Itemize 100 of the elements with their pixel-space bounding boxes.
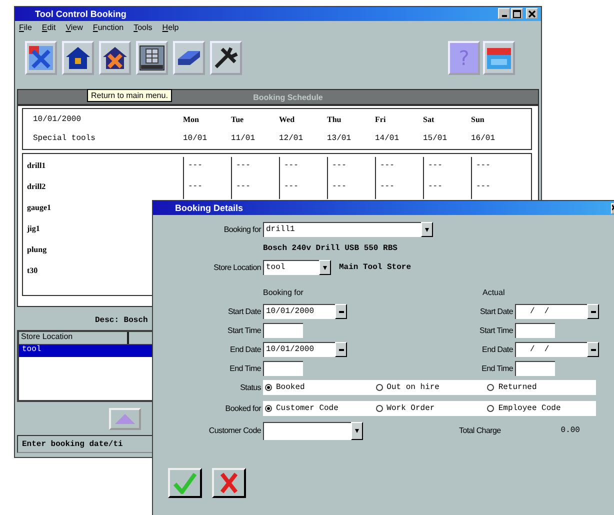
dropdown-field[interactable]: drill1 (263, 222, 421, 237)
time-field[interactable] (515, 361, 555, 376)
day-date: 11/01 (231, 134, 256, 143)
maximize-icon (513, 10, 521, 18)
schedule-cell: --- (183, 178, 231, 199)
cross-icon (28, 44, 54, 71)
toolbar-button[interactable] (136, 40, 168, 75)
date-field[interactable]: 10/01/2000 (263, 342, 335, 357)
field-label: End Time (480, 364, 514, 373)
store-name: Main Tool Store (339, 263, 412, 272)
time-field[interactable] (263, 361, 303, 376)
time-field[interactable] (515, 323, 555, 338)
date-picker-button[interactable] (335, 304, 347, 319)
minimize-icon (502, 15, 506, 18)
schedule-cell: --- (471, 178, 519, 199)
menu-item[interactable]: Tools (134, 22, 152, 35)
schedule-cell: --- (279, 157, 327, 178)
dash-icon (338, 310, 344, 312)
dropdown-button[interactable] (319, 260, 331, 275)
toolbar-button[interactable] (99, 40, 131, 75)
dropdown-button[interactable] (351, 422, 363, 440)
caret-icon (323, 266, 327, 270)
dialog-title: Booking Details (175, 203, 244, 213)
menu-item[interactable]: View (66, 22, 83, 35)
cancel-button[interactable] (212, 468, 246, 498)
schedule-cell: --- (327, 178, 375, 199)
field-label: Status (239, 383, 262, 392)
tools-icon (213, 44, 239, 71)
radio-option[interactable]: Returned (485, 383, 596, 392)
field-label: Start Date (226, 307, 262, 316)
menu-item[interactable]: Edit (42, 22, 56, 35)
day-date: 14/01 (375, 134, 400, 143)
total-value: 0.00 (560, 426, 580, 435)
menu-item[interactable]: Help (162, 22, 179, 35)
date-field[interactable]: 10/01/2000 (263, 304, 335, 319)
tool-name: jig1 (26, 223, 41, 235)
field-label: Store Location (212, 263, 262, 272)
house-cross-icon (102, 44, 128, 71)
dropdown-button[interactable] (421, 222, 433, 237)
menu-item[interactable]: File (19, 22, 32, 35)
tool-name: drill2 (26, 181, 47, 193)
tool-name: drill1 (26, 160, 47, 172)
date-field[interactable]: / / (515, 342, 587, 357)
day-name: Thu (327, 115, 342, 124)
date-field[interactable]: / / (515, 304, 587, 319)
schedule-cell: --- (231, 178, 279, 199)
day-name: Mon (183, 115, 200, 124)
day-date: 12/01 (279, 134, 304, 143)
caret-icon (355, 428, 359, 432)
schedule-cell: --- (471, 157, 519, 178)
close-icon (528, 10, 536, 18)
field-label: Start Date (478, 307, 514, 316)
minimize-button[interactable] (498, 8, 510, 20)
field-label: Start Time (478, 326, 514, 335)
up-arrow-icon (114, 412, 136, 425)
radio-option[interactable]: Customer Code (263, 404, 374, 413)
close-button[interactable] (526, 8, 538, 20)
checkmark-icon (173, 472, 197, 494)
radio-option[interactable]: Booked (263, 383, 374, 392)
schedule-cell: --- (423, 157, 471, 178)
day-date: 10/01 (183, 134, 208, 143)
date-picker-button[interactable] (587, 342, 599, 357)
field-label: Start Time (226, 326, 262, 335)
date-picker-button[interactable] (587, 304, 599, 319)
schedule-cell: --- (375, 157, 423, 178)
tool-group: Special tools (27, 134, 183, 143)
field-label: Booking for (222, 225, 262, 234)
dropdown-field[interactable] (263, 422, 351, 440)
schedule-cell: --- (423, 178, 471, 199)
field-label: Booked for (224, 404, 262, 413)
tool-name: plung (26, 244, 48, 256)
radio-option[interactable]: Out on hire (374, 383, 486, 392)
column-heading: Actual (482, 288, 506, 297)
maximize-button[interactable] (511, 8, 523, 20)
toolbar-button[interactable] (62, 40, 94, 75)
field-label: End Time (228, 364, 262, 373)
field-label: Customer Code (208, 426, 262, 435)
schedule-date: 10/01/2000 (32, 115, 82, 124)
house-icon (65, 44, 91, 71)
grid-icon (139, 44, 165, 71)
day-name: Tue (231, 115, 245, 124)
toolbar-button[interactable] (210, 40, 242, 75)
section-title: Booking Schedule (253, 92, 323, 102)
radio-option[interactable]: Employee Code (485, 404, 596, 413)
dash-icon (590, 348, 596, 350)
schedule-cell: --- (327, 157, 375, 178)
dropdown-field[interactable]: tool (263, 260, 319, 275)
schedule-cell: --- (279, 178, 327, 199)
day-date: 15/01 (423, 134, 448, 143)
day-name: Sun (471, 115, 486, 124)
time-field[interactable] (263, 323, 303, 338)
ok-button[interactable] (168, 468, 202, 498)
date-picker-button[interactable] (335, 342, 347, 357)
schedule-cell: --- (183, 157, 231, 178)
toolbar-button[interactable] (173, 40, 205, 75)
menu-item[interactable]: Function (92, 22, 124, 35)
radio-option[interactable]: Work Order (374, 404, 486, 413)
field-label: End Date (481, 345, 514, 354)
tool-description: Bosch 240v Drill USB 550 RBS (263, 244, 398, 253)
tool-name: t30 (26, 265, 39, 277)
